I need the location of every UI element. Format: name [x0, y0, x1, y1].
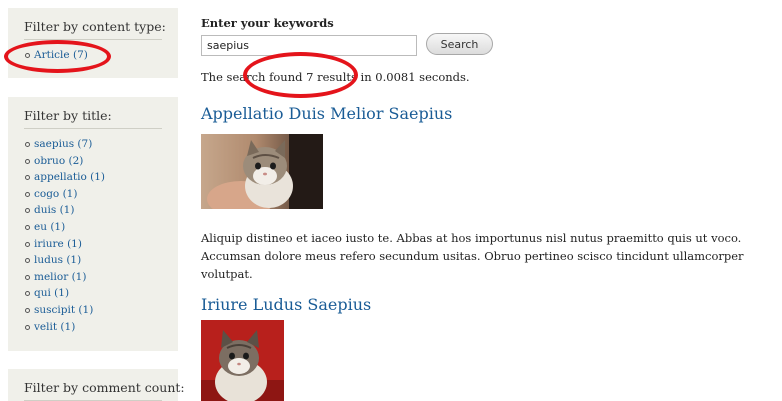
facet-block-title: Filter by content type:: [24, 19, 166, 40]
facet-link-ludus[interactable]: ludus (1): [34, 254, 81, 266]
search-page: Filter by content type: Article (7) Filt…: [0, 0, 782, 401]
result-title[interactable]: Appellatio Duis Melior Saepius: [201, 104, 452, 123]
facet-link-duis[interactable]: duis (1): [34, 204, 74, 216]
facet-link-saepius[interactable]: saepius (7): [34, 138, 92, 150]
facet-item: cogo (1): [24, 186, 162, 203]
facet-item-article: Article (7): [24, 47, 162, 64]
facet-item: melior (1): [24, 269, 162, 286]
facet-item: iriure (1): [24, 236, 162, 253]
facet-item: qui (1): [24, 285, 162, 302]
facet-block-content-type: Filter by content type: Article (7): [8, 8, 178, 78]
facet-block-title: Filter by title:: [24, 108, 162, 129]
facet-link-cogo[interactable]: cogo (1): [34, 188, 77, 200]
facet-link-article[interactable]: Article (7): [34, 49, 88, 61]
facet-item: saepius (7): [24, 136, 162, 153]
facet-list: Article (7): [24, 47, 162, 64]
facet-list: saepius (7) obruo (2) appellatio (1) cog…: [24, 136, 162, 335]
facet-item: eu (1): [24, 219, 162, 236]
facet-link-iriure[interactable]: iriure (1): [34, 238, 82, 250]
kitten-photo-icon[interactable]: [201, 134, 323, 209]
facet-item: ludus (1): [24, 252, 162, 269]
search-input[interactable]: [201, 35, 417, 56]
facet-link-melior[interactable]: melior (1): [34, 271, 86, 283]
kitten-photo-icon[interactable]: [201, 320, 284, 401]
result-snippet: Aliquip distineo et iaceo iusto te. Abba…: [201, 231, 744, 281]
facet-block-title-filter: Filter by title: saepius (7) obruo (2) a…: [8, 97, 178, 351]
facet-item: suscipit (1): [24, 302, 162, 319]
facet-link-appellatio[interactable]: appellatio (1): [34, 171, 105, 183]
facet-item: velit (1): [24, 319, 162, 336]
facet-link-suscipit[interactable]: suscipit (1): [34, 304, 93, 316]
search-button[interactable]: Search: [426, 33, 493, 55]
facet-link-velit[interactable]: velit (1): [34, 321, 75, 333]
facet-block-comment-count: Filter by comment count:: [8, 369, 185, 401]
facet-link-eu[interactable]: eu (1): [34, 221, 65, 233]
result-summary: The search found 7 results in 0.0081 sec…: [201, 70, 470, 84]
facet-link-qui[interactable]: qui (1): [34, 287, 69, 299]
facet-link-obruo[interactable]: obruo (2): [34, 155, 83, 167]
facet-item: duis (1): [24, 202, 162, 219]
facet-item: obruo (2): [24, 153, 162, 170]
facet-block-title: Filter by comment count:: [24, 380, 185, 401]
result-title[interactable]: Iriure Ludus Saepius: [201, 295, 371, 314]
keywords-label: Enter your keywords: [201, 16, 334, 30]
facet-item: appellatio (1): [24, 169, 162, 186]
